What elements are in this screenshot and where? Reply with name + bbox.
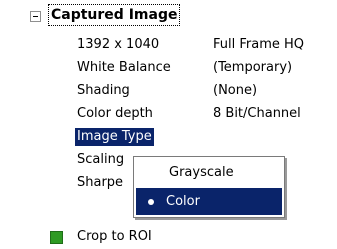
collapse-minus-icon[interactable] — [30, 11, 41, 22]
group-title[interactable]: Captured Image — [48, 4, 181, 26]
property-name: Sharpe — [77, 175, 124, 190]
dropdown-option-grayscale[interactable]: Grayscale — [136, 159, 282, 186]
image-type-dropdown[interactable]: Grayscale Color — [133, 156, 285, 218]
property-value[interactable]: (None) — [213, 80, 257, 102]
dropdown-option-color[interactable]: Color — [136, 188, 282, 215]
property-name: Shading — [77, 83, 130, 98]
option-label: Color — [166, 194, 200, 209]
minus-icon — [33, 16, 38, 17]
property-row-white-balance[interactable]: White Balance (Temporary) — [0, 57, 337, 79]
crop-to-roi-label: Crop to ROI — [77, 229, 152, 244]
option-label: Grayscale — [169, 165, 234, 180]
crop-to-roi-row[interactable]: Crop to ROI — [0, 226, 337, 248]
property-name: 1392 x 1040 — [77, 37, 160, 52]
property-name-selected[interactable]: Image Type — [75, 128, 154, 146]
property-value[interactable]: 8 Bit/Channel — [213, 103, 301, 125]
property-name: Color depth — [77, 106, 153, 121]
captured-image-group-header[interactable]: Captured Image — [0, 0, 337, 30]
property-row-image-type[interactable]: Image Type — [0, 126, 337, 148]
property-row-shading[interactable]: Shading (None) — [0, 80, 337, 102]
property-value[interactable]: (Temporary) — [213, 57, 292, 79]
property-row-color-depth[interactable]: Color depth 8 Bit/Channel — [0, 103, 337, 125]
property-row-resolution[interactable]: 1392 x 1040 Full Frame HQ — [0, 34, 337, 56]
property-name: White Balance — [77, 60, 171, 75]
crop-roi-swatch-icon — [50, 231, 63, 244]
property-value[interactable]: Full Frame HQ — [213, 34, 304, 56]
property-name: Scaling — [77, 152, 125, 167]
selected-bullet-icon — [148, 199, 154, 205]
